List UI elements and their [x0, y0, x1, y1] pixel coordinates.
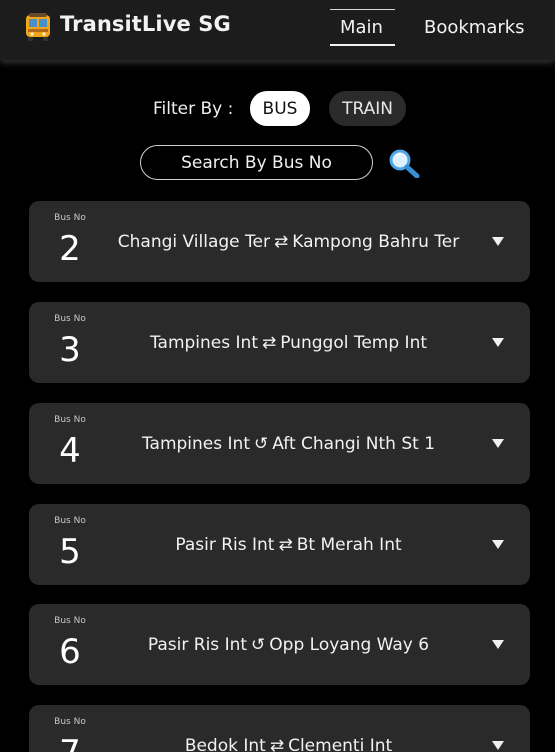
bus-number: 3	[59, 330, 81, 370]
filter-train-chip[interactable]: TRAIN	[329, 91, 406, 126]
bus-number: 6	[59, 632, 81, 672]
active-tab-indicator	[330, 44, 395, 46]
route-direction-icon: ⇄	[261, 332, 277, 353]
route-loop-icon: ↺	[251, 634, 266, 655]
route-destination: Kampong Bahru Ter	[292, 231, 460, 252]
bus-number: 4	[59, 431, 81, 471]
bus-card[interactable]: Bus No 5 Pasir Ris Int ⇄ Bt Merah Int	[29, 504, 530, 585]
route-origin: Pasir Ris Int	[175, 534, 275, 555]
bus-route: Pasir Ris Int ⇄ Bt Merah Int	[111, 504, 466, 585]
expand-arrow-icon[interactable]	[492, 741, 504, 750]
bus-card[interactable]: Bus No 3 Tampines Int ⇄ Punggol Temp Int	[29, 302, 530, 383]
route-direction-icon: ⇄	[273, 231, 289, 252]
bus-route: Changi Village Ter ⇄ Kampong Bahru Ter	[111, 201, 466, 282]
tab-bookmarks[interactable]: Bookmarks	[424, 17, 525, 38]
expand-arrow-icon[interactable]	[492, 640, 504, 649]
expand-arrow-icon[interactable]	[492, 338, 504, 347]
bus-icon	[26, 13, 50, 41]
expand-arrow-icon[interactable]	[492, 439, 504, 448]
bus-card[interactable]: Bus No 4 Tampines Int ↺ Aft Changi Nth S…	[29, 403, 530, 484]
route-origin: Tampines Int	[149, 332, 258, 353]
route-direction-icon: ⇄	[269, 735, 285, 752]
route-origin: Pasir Ris Int	[147, 634, 248, 655]
bus-card[interactable]: Bus No 2 Changi Village Ter ⇄ Kampong Ba…	[29, 201, 530, 282]
expand-arrow-icon[interactable]	[492, 237, 504, 246]
route-loop-icon: ↺	[253, 433, 269, 454]
bus-no-label: Bus No	[54, 616, 86, 626]
bus-route: Tampines Int ↺ Aft Changi Nth St 1	[111, 403, 466, 484]
main-tab-top-border	[330, 9, 395, 10]
app-title: TransitLive SG	[60, 12, 231, 36]
bus-number: 5	[59, 532, 81, 572]
bus-no-label: Bus No	[54, 213, 86, 223]
filter-bus-chip[interactable]: BUS	[250, 91, 310, 126]
route-destination: Clementi Int	[288, 735, 393, 752]
bus-route: Tampines Int ⇄ Punggol Temp Int	[111, 302, 466, 383]
route-direction-icon: ⇄	[278, 534, 293, 555]
filter-label: Filter By :	[153, 99, 234, 119]
page: TransitLive SG Main Bookmarks Filter By …	[0, 0, 555, 752]
bus-card[interactable]: Bus No 7 Bedok Int ⇄ Clementi Int	[29, 705, 530, 752]
bus-number: 7	[29, 731, 111, 752]
bus-number: 2	[59, 229, 81, 269]
bus-card[interactable]: Bus No 6 Pasir Ris Int ↺ Opp Loyang Way …	[29, 604, 530, 685]
app-header: TransitLive SG Main Bookmarks	[0, 0, 555, 60]
bus-no-label: Bus No	[54, 717, 86, 727]
tab-main[interactable]: Main	[340, 17, 383, 38]
expand-arrow-icon[interactable]	[492, 540, 504, 549]
bus-no-label: Bus No	[54, 516, 86, 526]
route-destination: Aft Changi Nth St 1	[272, 433, 436, 454]
bus-route: Pasir Ris Int ↺ Opp Loyang Way 6	[111, 604, 466, 685]
route-destination: Bt Merah Int	[296, 534, 402, 555]
route-origin: Bedok Int	[184, 735, 266, 752]
bus-no-label: Bus No	[54, 314, 86, 324]
search-icon[interactable]	[388, 148, 420, 178]
search-input[interactable]: Search By Bus No	[140, 145, 373, 180]
bus-no-label: Bus No	[54, 415, 86, 425]
route-origin: Changi Village Ter	[117, 231, 270, 252]
route-destination: Punggol Temp Int	[280, 332, 428, 353]
route-destination: Opp Loyang Way 6	[269, 634, 430, 655]
bus-route: Bedok Int ⇄ Clementi Int	[111, 705, 466, 752]
route-origin: Tampines Int	[141, 433, 250, 454]
